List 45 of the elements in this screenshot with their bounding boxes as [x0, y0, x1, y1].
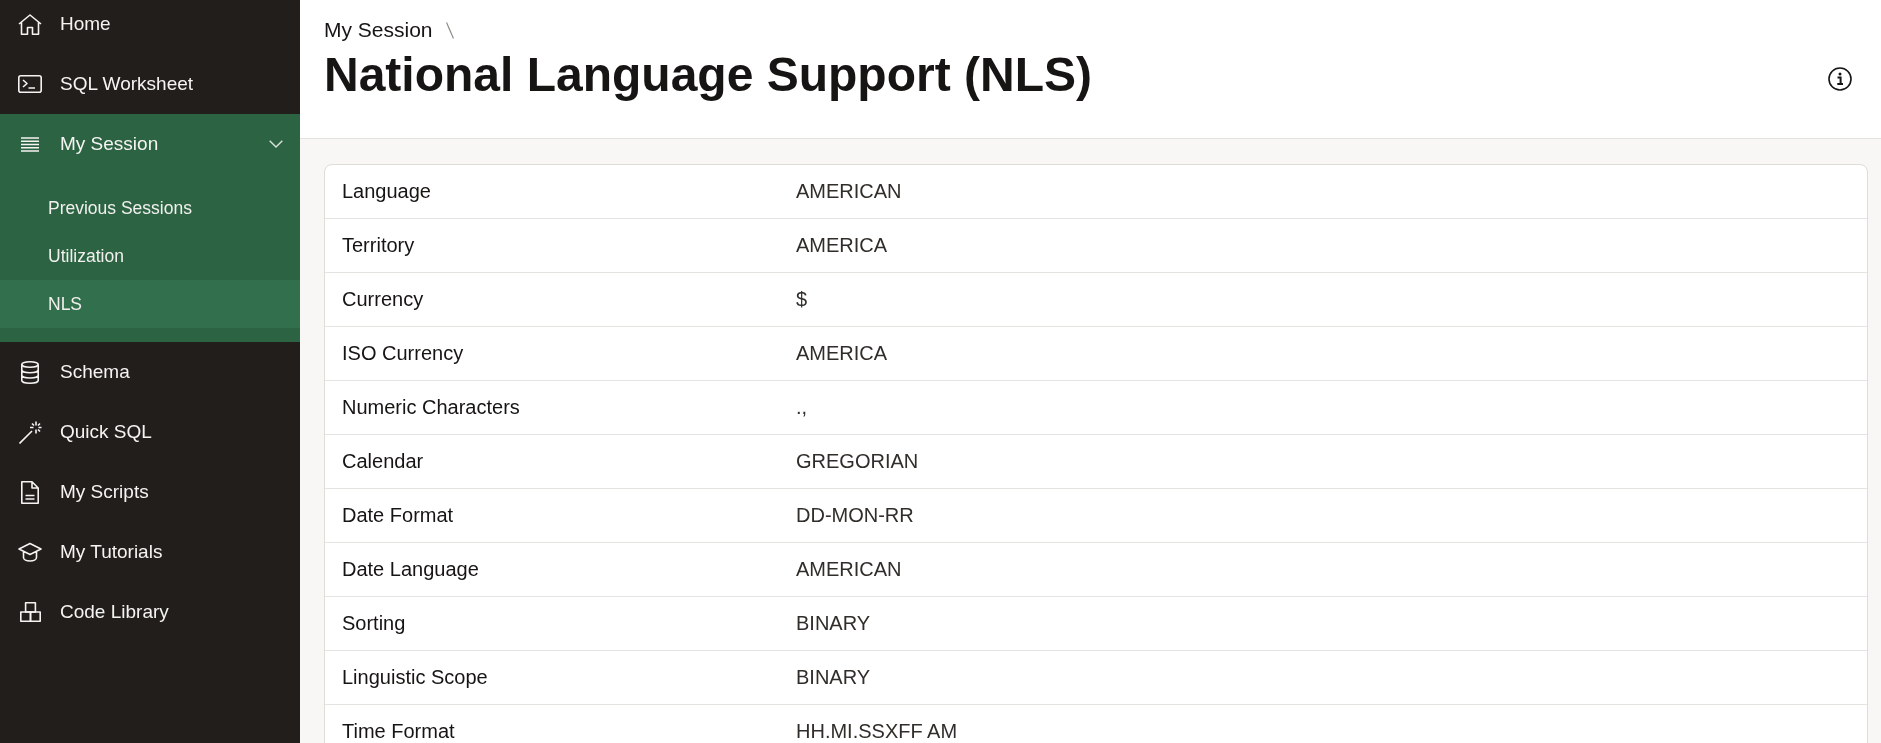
nav-subitem[interactable]: Previous Sessions: [0, 184, 300, 232]
nav-item[interactable]: Quick SQL: [0, 402, 300, 462]
parameter-name: Date Language: [341, 558, 480, 581]
parameter-value: AMERICA: [796, 342, 889, 365]
nav-item[interactable]: My Session: [0, 114, 300, 174]
nav-item[interactable]: My Tutorials: [0, 522, 300, 582]
parameter-value: HH.MI.SSXFF AM: [796, 720, 959, 743]
parameter-value: .,: [796, 396, 809, 419]
home-icon: [18, 13, 42, 35]
parameter-name: Time Format: [341, 720, 456, 743]
parameter-value: $: [796, 288, 809, 311]
blocks-icon: [19, 602, 41, 622]
parameter-value: AMERICAN: [796, 558, 903, 581]
page-title: National Language Support (NLS): [324, 47, 1093, 103]
graduation-cap-icon: [18, 542, 42, 562]
parameter-value: BINARY: [796, 612, 872, 635]
breadcrumb-separator-icon: [445, 21, 454, 39]
parameter-value: GREGORIAN: [796, 450, 920, 473]
parameter-value: BINARY: [796, 666, 872, 689]
wand-icon: [18, 420, 42, 444]
parameter-value: AMERICAN: [796, 180, 903, 203]
nav-item[interactable]: Code Library: [0, 582, 300, 642]
nav-subitem[interactable]: Utilization: [0, 232, 300, 280]
parameter-name: Sorting: [341, 612, 407, 635]
nav-subitem[interactable]: NLS: [0, 280, 300, 328]
document-icon: [21, 480, 39, 504]
menu-icon: [21, 136, 39, 152]
nav-item[interactable]: My Scripts: [0, 462, 300, 522]
database-icon: [21, 360, 39, 384]
parameter-name: Currency: [341, 288, 425, 311]
parameter-name: Date Format: [341, 504, 455, 527]
breadcrumb-link[interactable]: My Session: [324, 18, 433, 42]
parameter-name: Linguistic Scope: [341, 666, 489, 689]
nav-item[interactable]: Schema: [0, 342, 300, 402]
parameter-value: DD-MON-RR: [796, 504, 915, 527]
parameter-name: Language: [341, 180, 432, 203]
nav-item[interactable]: SQL Worksheet: [0, 54, 300, 114]
parameter-name: Territory: [341, 234, 416, 257]
terminal-icon: [18, 75, 42, 93]
parameter-name: Numeric Characters: [341, 396, 521, 419]
nav-item[interactable]: Home: [0, 0, 300, 48]
parameter-name: Calendar: [341, 450, 425, 473]
parameter-value: AMERICA: [796, 234, 889, 257]
info-icon[interactable]: [1828, 67, 1852, 91]
parameter-name: ISO Currency: [341, 342, 465, 365]
